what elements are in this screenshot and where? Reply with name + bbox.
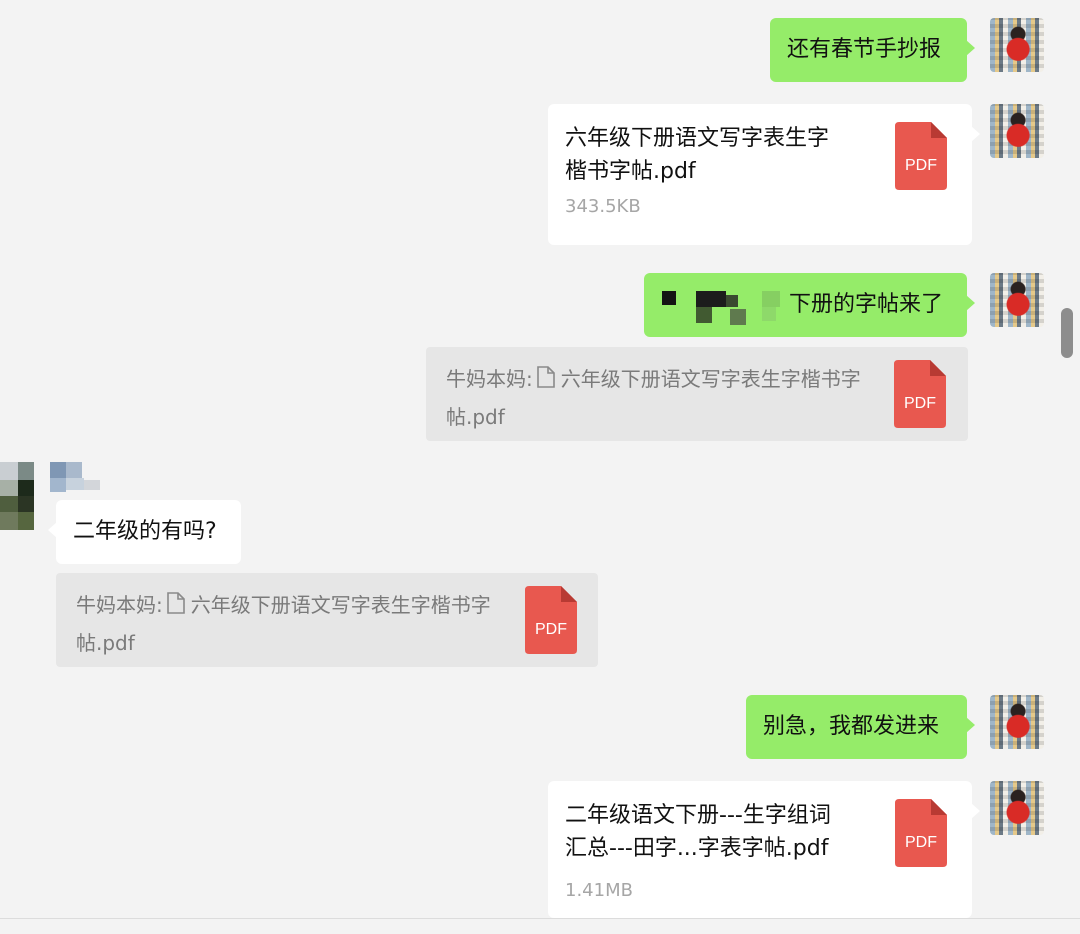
quote-file-name: 六年级下册语文写字表生字楷书字: [560, 367, 861, 391]
file-message-card[interactable]: 二年级语文下册---生字组词 汇总---田字...字表字帖.pdf 1.41MB…: [548, 781, 980, 918]
file-name: 六年级下册语文写字表生字 楷书字帖.pdf: [565, 122, 865, 188]
self-avatar[interactable]: [990, 273, 1044, 327]
quote-sender: 牛妈本妈:: [446, 367, 533, 391]
chat-message-list[interactable]: 还有春节手抄报 六年级下册语文写字表生字 楷书字帖.pdf 343.5KB PD…: [0, 0, 1080, 918]
quote-text: 牛妈本妈: 六年级下册语文写字表生字楷书字 帖.pdf: [446, 361, 886, 435]
input-area-edge: [0, 919, 1080, 934]
self-avatar[interactable]: [990, 104, 1044, 158]
message-bubble-self[interactable]: 别急，我都发进来: [746, 695, 975, 759]
file-size: 343.5KB: [565, 196, 641, 217]
quoted-message[interactable]: 牛妈本妈: 六年级下册语文写字表生字楷书字 帖.pdf PDF: [56, 573, 598, 667]
message-text: 别急，我都发进来: [763, 714, 940, 739]
file-name: 二年级语文下册---生字组词 汇总---田字...字表字帖.pdf: [565, 799, 865, 865]
message-bubble-self[interactable]: 下册的字帖来了: [644, 273, 975, 337]
pdf-icon-label: PDF: [905, 834, 937, 851]
message-text: 下册的字帖来了: [789, 292, 944, 317]
file-name-line-1: 六年级下册语文写字表生字: [565, 126, 830, 151]
quote-text: 牛妈本妈: 六年级下册语文写字表生字楷书字 帖.pdf: [76, 587, 516, 661]
quote-file-name-cont: 帖.pdf: [76, 631, 135, 655]
other-sender-name: [50, 462, 100, 496]
pdf-file-icon: PDF: [895, 122, 947, 190]
pdf-file-icon: PDF: [525, 586, 577, 654]
pdf-icon-label: PDF: [535, 621, 567, 638]
self-avatar[interactable]: [990, 695, 1044, 749]
document-icon: [166, 589, 185, 625]
file-name-line-2: 汇总---田字...字表字帖.pdf: [565, 836, 829, 861]
quoted-message[interactable]: 牛妈本妈: 六年级下册语文写字表生字楷书字 帖.pdf PDF: [426, 347, 968, 441]
document-icon: [536, 363, 555, 399]
message-bubble-other[interactable]: 二年级的有吗?: [48, 500, 241, 564]
message-bubble-self[interactable]: 还有春节手抄报: [770, 18, 975, 82]
blurred-mention: [662, 291, 790, 329]
file-message-card[interactable]: 六年级下册语文写字表生字 楷书字帖.pdf 343.5KB PDF: [548, 104, 980, 245]
pdf-file-icon: PDF: [894, 360, 946, 428]
message-text: 还有春节手抄报: [787, 37, 942, 62]
pdf-file-icon: PDF: [895, 799, 947, 867]
quote-file-name-cont: 帖.pdf: [446, 405, 505, 429]
message-text: 二年级的有吗?: [73, 519, 217, 544]
file-size: 1.41MB: [565, 880, 633, 901]
self-avatar[interactable]: [990, 18, 1044, 72]
self-avatar[interactable]: [990, 781, 1044, 835]
file-name-line-1: 二年级语文下册---生字组词: [565, 803, 831, 828]
pdf-icon-label: PDF: [905, 157, 937, 174]
scrollbar-thumb[interactable]: [1061, 308, 1073, 358]
quote-sender: 牛妈本妈:: [76, 593, 163, 617]
other-avatar[interactable]: [0, 462, 34, 530]
quote-file-name: 六年级下册语文写字表生字楷书字: [190, 593, 491, 617]
pdf-icon-label: PDF: [904, 395, 936, 412]
file-name-line-2: 楷书字帖.pdf: [565, 159, 696, 184]
